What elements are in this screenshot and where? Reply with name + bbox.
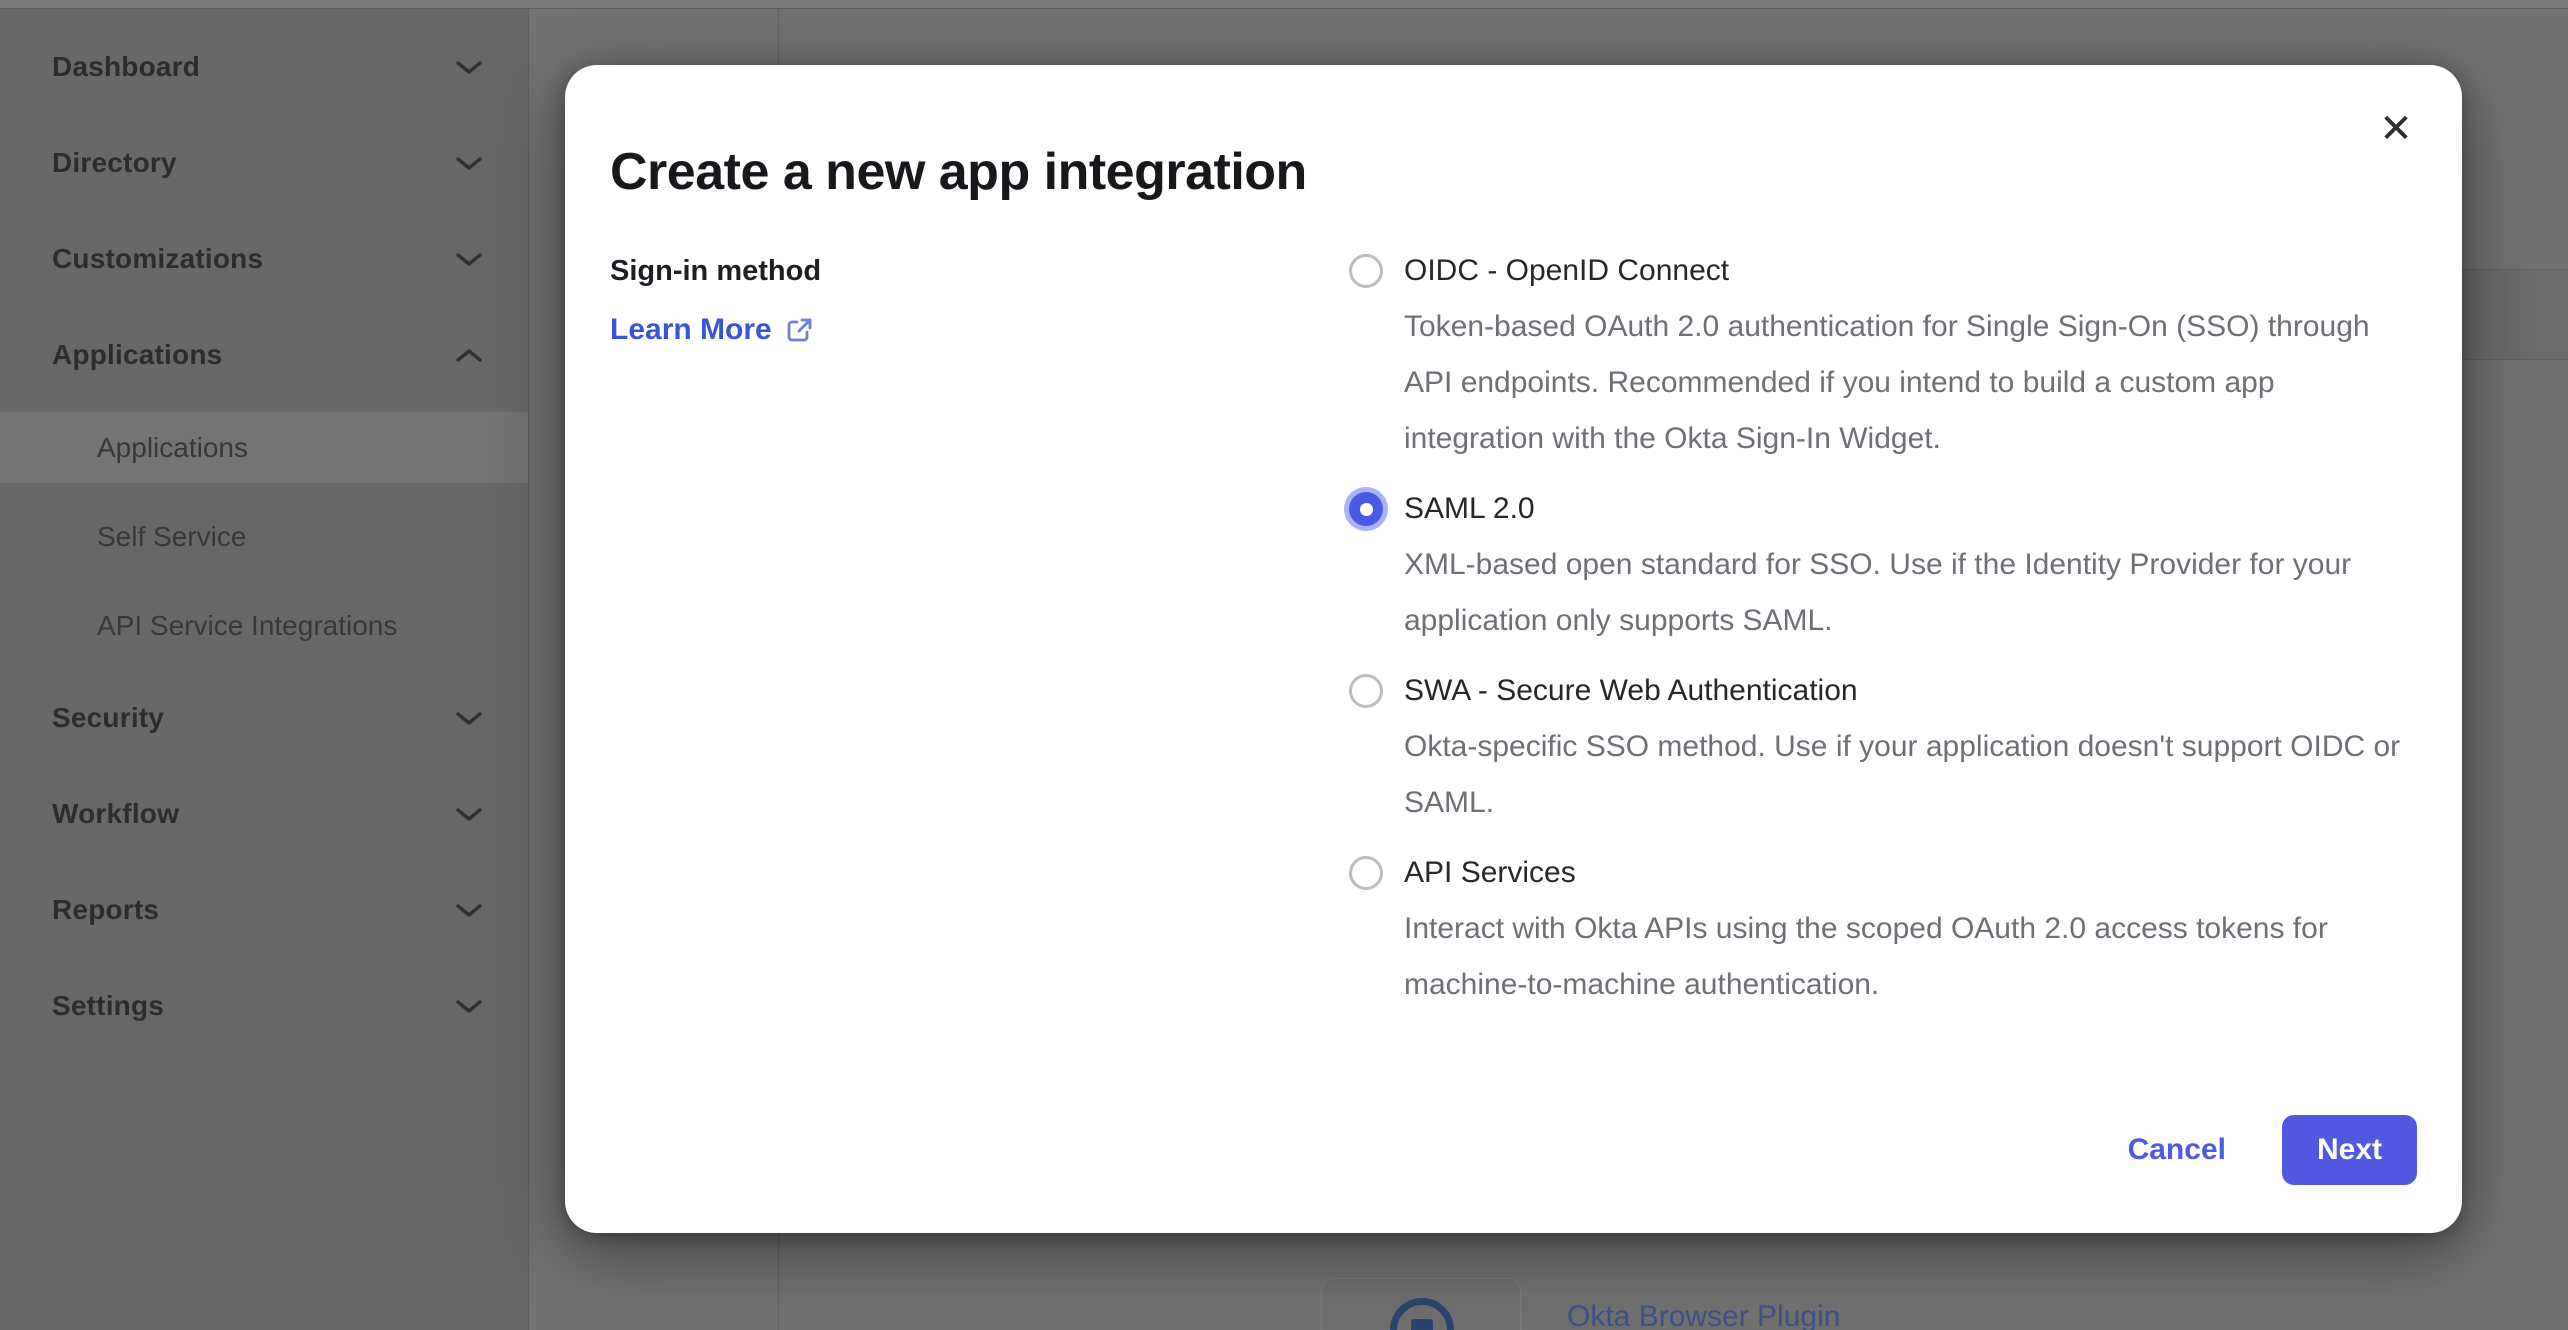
chevron-down-icon — [455, 998, 483, 1015]
learn-more-label: Learn More — [610, 313, 772, 347]
okta-browser-plugin-icon — [1390, 1298, 1454, 1330]
sidebar-subitem-applications[interactable]: Applications — [0, 412, 528, 483]
dialog-title: Create a new app integration — [610, 141, 2417, 203]
sidebar-item-label: Directory — [52, 147, 177, 179]
radio-option-oidc[interactable]: OIDC - OpenID Connect Token-based OAuth … — [1345, 243, 2417, 467]
chevron-down-icon — [455, 251, 483, 268]
sidebar-item-settings[interactable]: Settings — [0, 958, 528, 1054]
sidebar-item-workflow[interactable]: Workflow — [0, 766, 528, 862]
option-label: SWA - Secure Web Authentication — [1404, 663, 2417, 719]
option-description: Okta-specific SSO method. Use if your ap… — [1404, 719, 2417, 831]
okta-browser-plugin-link[interactable]: Okta Browser Plugin — [1567, 1300, 1840, 1330]
radio-option-swa[interactable]: SWA - Secure Web Authentication Okta-spe… — [1345, 663, 2417, 831]
chevron-down-icon — [455, 806, 483, 823]
dialog-footer: Cancel Next — [2128, 1115, 2417, 1185]
external-link-icon — [785, 316, 814, 345]
option-description: XML-based open standard for SSO. Use if … — [1404, 537, 2417, 649]
option-label: API Services — [1404, 845, 2417, 901]
sidebar-item-directory[interactable]: Directory — [0, 115, 528, 211]
cancel-button[interactable]: Cancel — [2128, 1133, 2226, 1167]
radio-icon[interactable] — [1349, 856, 1383, 890]
learn-more-link[interactable]: Learn More — [610, 313, 814, 347]
top-nav-remnant — [0, 0, 2568, 9]
sidebar-subitem-label: Applications — [97, 432, 248, 464]
close-icon[interactable]: ✕ — [2370, 103, 2422, 155]
chevron-down-icon — [455, 902, 483, 919]
sidebar-subitem-api-service-integrations[interactable]: API Service Integrations — [0, 581, 528, 670]
sidebar-item-label: Dashboard — [52, 51, 200, 83]
sidebar-item-label: Applications — [52, 339, 222, 371]
option-label: OIDC - OpenID Connect — [1404, 243, 2417, 299]
sidebar: Dashboard Directory Customizations Appli… — [0, 9, 529, 1330]
chevron-up-icon — [455, 347, 483, 364]
radio-icon[interactable] — [1349, 492, 1383, 526]
sidebar-subitem-self-service[interactable]: Self Service — [0, 492, 528, 581]
sidebar-item-applications[interactable]: Applications — [0, 307, 528, 403]
chevron-down-icon — [455, 710, 483, 727]
sidebar-item-dashboard[interactable]: Dashboard — [0, 19, 528, 115]
radio-option-api-services[interactable]: API Services Interact with Okta APIs usi… — [1345, 845, 2417, 1013]
sidebar-item-label: Security — [52, 702, 164, 734]
radio-icon[interactable] — [1349, 674, 1383, 708]
sidebar-item-customizations[interactable]: Customizations — [0, 211, 528, 307]
browser-plugin-card — [1321, 1278, 1521, 1330]
sidebar-subitem-label: Self Service — [97, 521, 246, 553]
sidebar-subitem-label: API Service Integrations — [97, 610, 397, 642]
sidebar-item-reports[interactable]: Reports — [0, 862, 528, 958]
next-button[interactable]: Next — [2282, 1115, 2417, 1185]
signin-method-options: OIDC - OpenID Connect Token-based OAuth … — [1345, 243, 2417, 1027]
sidebar-item-label: Customizations — [52, 243, 263, 275]
option-label: SAML 2.0 — [1404, 481, 2417, 537]
radio-icon[interactable] — [1349, 254, 1383, 288]
sidebar-item-label: Reports — [52, 894, 159, 926]
option-description: Token-based OAuth 2.0 authentication for… — [1404, 299, 2417, 467]
radio-option-saml[interactable]: SAML 2.0 XML-based open standard for SSO… — [1345, 481, 2417, 649]
sidebar-item-security[interactable]: Security — [0, 670, 528, 766]
sidebar-item-label: Workflow — [52, 798, 179, 830]
option-description: Interact with Okta APIs using the scoped… — [1404, 901, 2417, 1013]
create-app-integration-dialog: ✕ Create a new app integration Sign-in m… — [565, 65, 2462, 1233]
chevron-down-icon — [455, 155, 483, 172]
sidebar-item-label: Settings — [52, 990, 164, 1022]
signin-method-label: Sign-in method — [610, 243, 1345, 299]
chevron-down-icon — [455, 59, 483, 76]
